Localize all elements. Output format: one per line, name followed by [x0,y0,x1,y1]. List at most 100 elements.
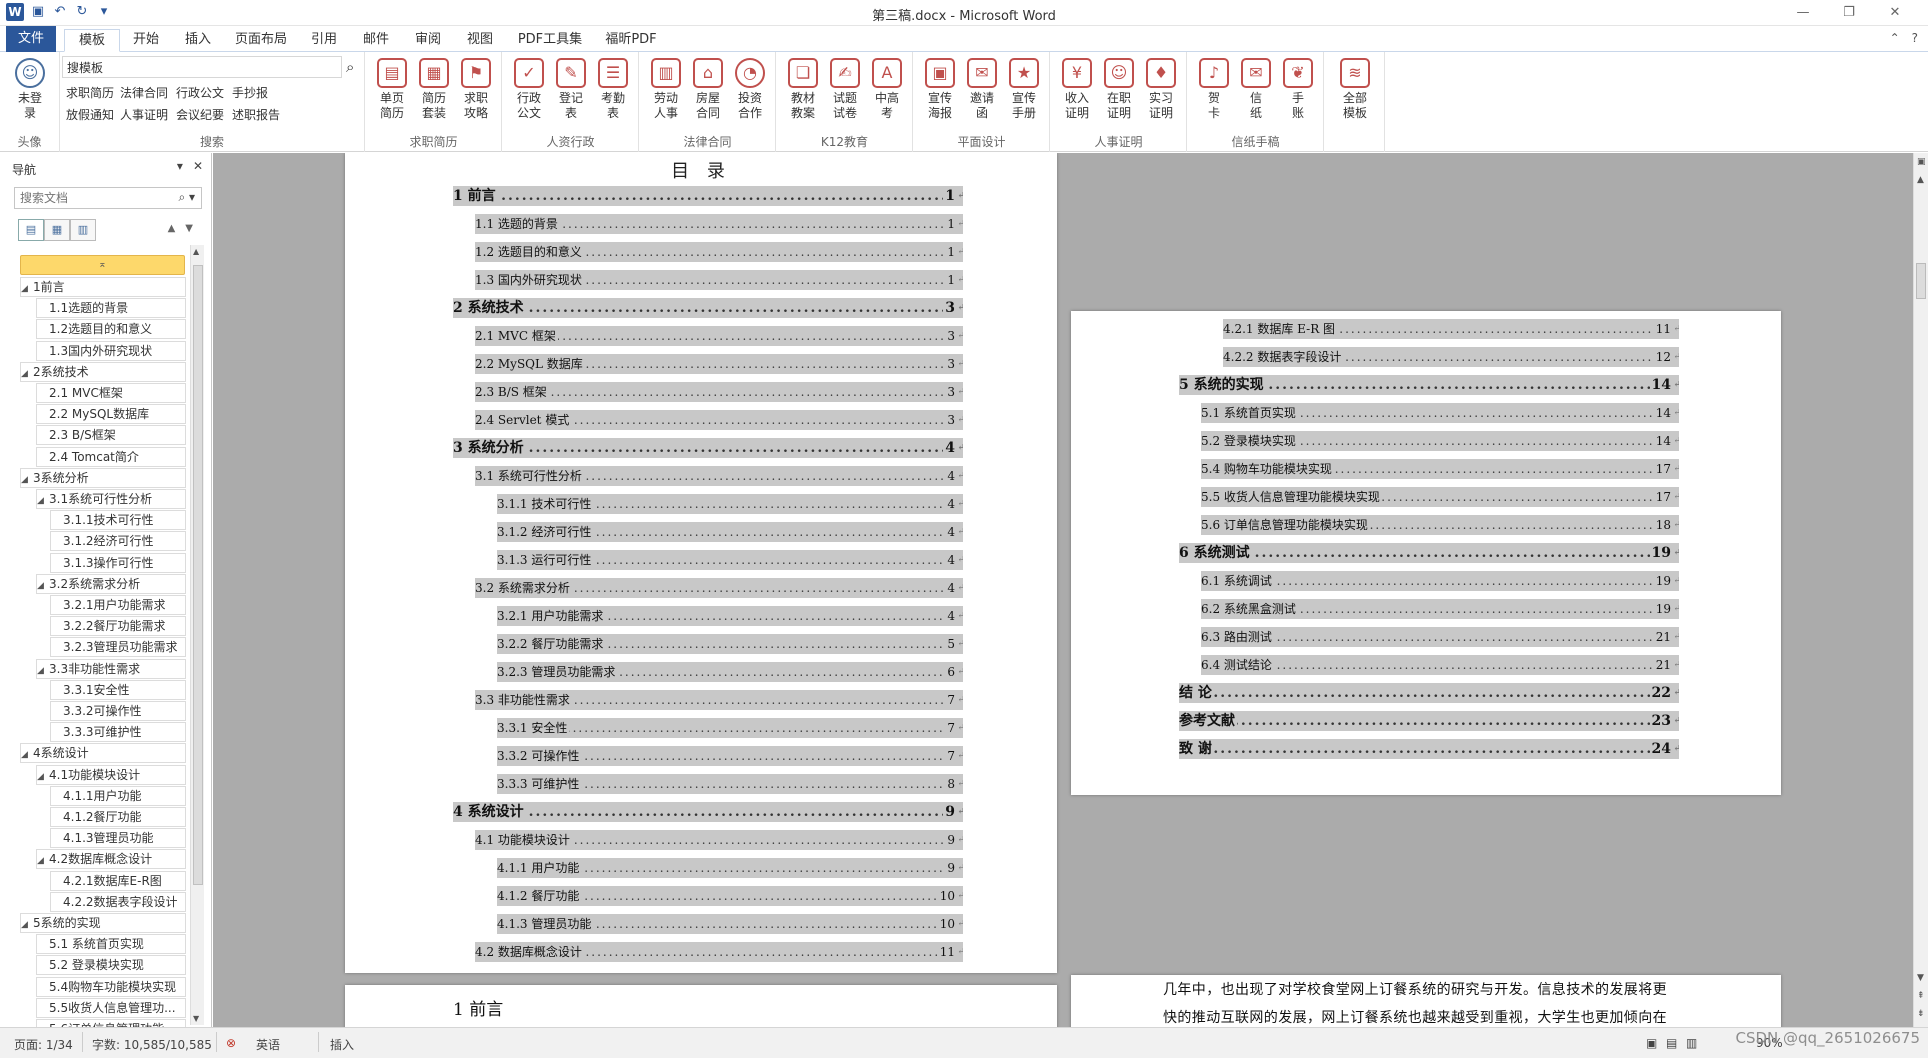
nav-item[interactable]: 1.2选题目的和意义 [36,319,186,340]
status-insert-mode[interactable]: 插入 [330,1036,354,1053]
expand-triangle-icon[interactable]: ◢ [21,280,33,296]
toc-entry[interactable]: ........................................… [497,858,963,878]
nav-search-input[interactable] [14,187,202,209]
internship-certificate-button[interactable]: ♦ 实习 证明 [1141,58,1181,121]
nav-scroll-up-icon[interactable]: ▲ [193,247,199,256]
close-button[interactable]: ✕ [1872,2,1918,24]
nav-item[interactable]: 3.3.2可操作性 [50,701,186,721]
nav-item[interactable]: ◢ 3.1系统可行性分析 [36,489,186,509]
letter-paper-button[interactable]: ✉ 信 纸 [1236,58,1276,121]
nav-item[interactable]: 4.1.1用户功能 [50,785,186,806]
search-icon[interactable]: ⌕ [346,58,354,76]
expand-triangle-icon[interactable]: ◢ [37,577,49,593]
nav-item[interactable]: ◢ 2系统技术 [20,361,186,382]
toc-entry[interactable]: ........................................… [1201,599,1679,619]
quicklink-resume[interactable]: 求职简历 [66,84,114,101]
page-preface[interactable]: 1 前言 [345,985,1057,1027]
tab-foxit-pdf[interactable]: 福昕PDF [598,29,664,52]
toc-entry[interactable]: ........................................… [453,186,963,206]
nav-item[interactable]: 5.5收货人信息管理功... [36,997,186,1018]
tab-template[interactable]: 模板 [64,29,120,52]
status-word-count[interactable]: 字数: 10,585/10,585 [92,1036,212,1053]
nav-item[interactable]: ◢ 5系统的实现 [20,913,186,933]
nav-item[interactable]: 5.2 登录模块实现 [36,955,186,976]
nav-item[interactable]: ◢ 3.2系统需求分析 [36,573,186,594]
ruler-toggle-icon[interactable]: ▣ [1917,157,1926,167]
nav-item[interactable]: 5.4购物车功能模块实现 [36,976,186,997]
quicklink-holiday-notice[interactable]: 放假通知 [66,106,114,123]
expand-triangle-icon[interactable]: ◢ [37,852,49,868]
quicklink-official-doc[interactable]: 行政公文 [176,84,224,101]
toc-entry[interactable]: ........................................… [1201,515,1679,535]
expand-triangle-icon[interactable]: ◢ [21,746,33,762]
toc-entry[interactable]: ........................................… [1223,347,1679,367]
nav-scroll-thumb[interactable] [193,265,203,885]
nav-item[interactable]: 3.1.2经济可行性 [50,531,186,552]
toc-entry[interactable]: ........................................… [1201,431,1679,451]
quicklink-work-report[interactable]: 述职报告 [232,106,280,123]
toc-entry[interactable]: ........................................… [475,214,963,234]
previous-heading-icon[interactable]: ▲ [168,223,176,234]
toc-entry[interactable]: ........................................… [475,578,963,598]
toc-entry[interactable]: ........................................… [475,354,963,374]
quicklink-handout[interactable]: 手抄报 [232,84,268,101]
nav-item[interactable]: ◢ 1前言 [20,277,186,297]
registration-form-button[interactable]: ✎ 登记 表 [551,58,591,121]
full-screen-reading-icon[interactable]: ▤ [1666,1036,1677,1050]
tab-home[interactable]: 开始 [124,29,168,52]
tab-insert[interactable]: 插入 [176,29,220,52]
previous-page-icon[interactable]: ⇞ [1917,991,1925,1001]
page-toc-2[interactable]: ........................................… [1071,311,1781,795]
nav-item[interactable]: 4.2.2数据表字段设计 [50,891,186,912]
next-heading-icon[interactable]: ▼ [185,223,193,234]
poster-button[interactable]: ▣ 宣传 海报 [920,58,960,121]
official-doc-button[interactable]: ✓ 行政 公文 [509,58,549,121]
nav-close-icon[interactable]: ✕ [193,159,203,173]
login-button[interactable]: ☺ 未登 录 [10,58,50,121]
nav-item[interactable]: 2.3 B/S框架 [36,425,186,446]
toc-entry[interactable]: ........................................… [1201,627,1679,647]
expand-triangle-icon[interactable]: ◢ [37,662,49,678]
nav-item[interactable]: 3.2.1用户功能需求 [50,595,186,615]
quicklink-meeting-minutes[interactable]: 会议纪要 [176,106,224,123]
nav-item[interactable]: 3.2.3管理员功能需求 [50,637,186,658]
template-search-input[interactable] [62,56,342,78]
nav-item[interactable]: ◢ 4系统设计 [20,743,186,764]
expand-triangle-icon[interactable]: ◢ [37,768,49,784]
tab-file[interactable]: 文件 [6,26,56,52]
nav-item[interactable]: 3.1.3操作可行性 [50,552,186,573]
employment-certificate-button[interactable]: ☺ 在职 证明 [1099,58,1139,121]
nav-collapse-all-button[interactable]: ⌅ [20,255,185,275]
toc-entry[interactable]: ........................................… [497,606,963,626]
toc-entry[interactable]: ........................................… [497,914,963,934]
toc-entry[interactable]: ........................................… [1179,683,1679,703]
document-scrollbar[interactable]: ▣ ▲ ▼ ⇞ ⇟ [1913,153,1928,1027]
results-view-icon[interactable]: ▥ [70,219,96,241]
nav-item[interactable]: 4.1.2餐厅功能 [50,807,186,827]
toc-entry[interactable]: ........................................… [475,382,963,402]
nav-options-icon[interactable]: ▾ [177,159,183,173]
help-icon[interactable]: ? [1912,31,1918,45]
toc-entry[interactable]: ........................................… [497,634,963,654]
quicklink-contract[interactable]: 法律合同 [120,84,168,101]
toc-entry[interactable]: ........................................… [475,466,963,486]
nav-item[interactable]: 1.1选题的背景 [36,298,186,319]
entrance-exam-button[interactable]: A 中高 考 [867,58,907,121]
journal-button[interactable]: ❦ 手 账 [1278,58,1318,121]
nav-item[interactable]: ◢ 3系统分析 [20,467,186,488]
toc-entry[interactable]: ........................................… [475,270,963,290]
nav-item[interactable]: 3.2.2餐厅功能需求 [50,616,186,637]
toc-entry[interactable]: ........................................… [475,326,963,346]
greeting-card-button[interactable]: ♪ 贺 卡 [1194,58,1234,121]
tab-page-layout[interactable]: 页面布局 [228,29,294,52]
toc-entry[interactable]: ........................................… [1201,459,1679,479]
toc-entry[interactable]: ........................................… [1179,711,1679,731]
nav-item[interactable]: 5.1 系统首页实现 [36,934,186,955]
house-contract-button[interactable]: ⌂ 房屋 合同 [688,58,728,121]
invitation-button[interactable]: ✉ 邀请 函 [962,58,1002,121]
toc-entry[interactable]: ........................................… [497,494,963,514]
toc-entry[interactable]: ........................................… [453,298,963,318]
toc-entry[interactable]: ........................................… [497,522,963,542]
brochure-button[interactable]: ★ 宣传 手册 [1004,58,1044,121]
toc-entry[interactable]: ........................................… [1179,739,1679,759]
